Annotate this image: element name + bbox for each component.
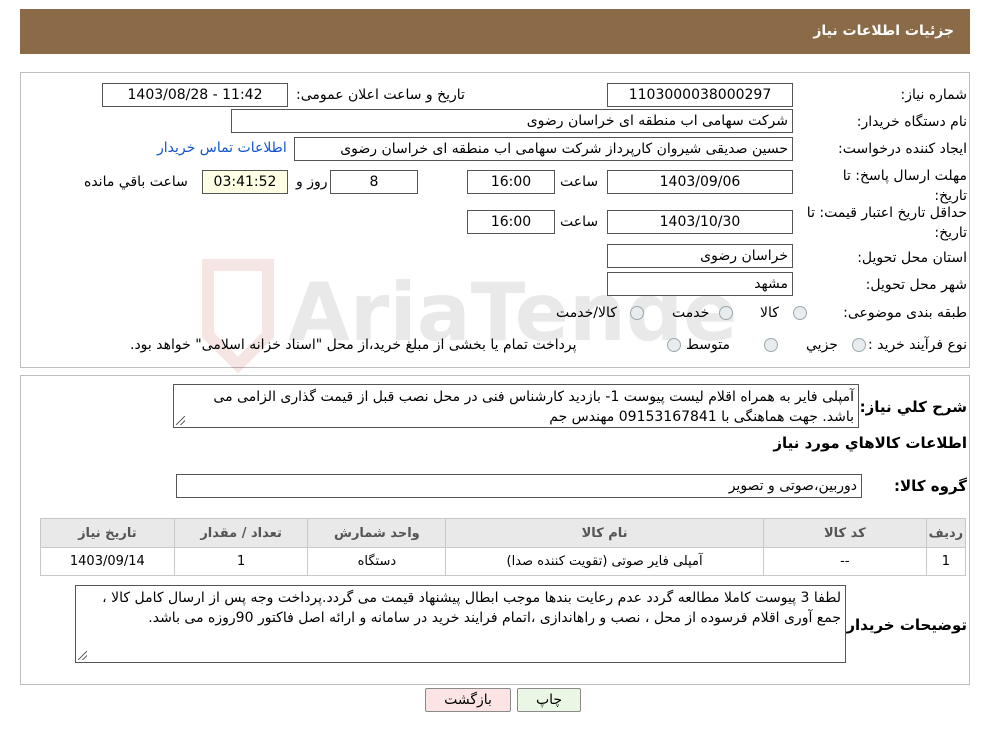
table-header-row: رديف کد کالا نام کالا واحد شمارش تعداد /… <box>40 518 967 548</box>
purchase-option-medium: متوسط <box>686 337 730 353</box>
city-field: مشهد <box>607 272 793 296</box>
category-option-service: خدمت <box>672 305 710 321</box>
announce-label: تاریخ و ساعت اعلان عمومی: <box>296 87 465 103</box>
purchase-note: پرداخت تمام یا بخشی از مبلغ خرید،از محل … <box>130 337 577 353</box>
col-name: نام کالا <box>445 518 764 548</box>
buyer-org-field: شرکت سهامی اب منطقه ای خراسان رضوی <box>231 109 793 133</box>
purchase-radio-treasury[interactable] <box>667 338 681 352</box>
cell-unit: دستگاه <box>307 547 447 576</box>
notes-textarea: لطفا 3 پیوست کاملا مطالعه گردد عدم رعایت… <box>75 585 846 663</box>
cell-date: 1403/09/14 <box>40 547 175 576</box>
summary-textarea: آمپلی فایر به همراه اقلام لیست پیوست 1- … <box>173 384 859 428</box>
col-date: تاریخ نیاز <box>40 518 175 548</box>
deadline-time-label: ساعت <box>560 174 599 190</box>
col-code: کد کالا <box>762 518 927 548</box>
summary-label: شرح کلي نياز: <box>859 398 967 416</box>
validity-label: حداقل تاریخ اعتبار قیمت: تا تاریخ: <box>806 205 967 241</box>
col-quantity: تعداد / مقدار <box>173 518 309 548</box>
print-button[interactable]: چاپ <box>517 688 581 712</box>
notes-text: لطفا 3 پیوست کاملا مطالعه گردد عدم رعایت… <box>102 590 841 626</box>
category-radio-goods-service[interactable] <box>630 306 644 320</box>
category-label: طبقه بندی موضوعی: <box>843 305 967 321</box>
category-option-goods-service: کالا/خدمت <box>556 305 617 321</box>
buyer-org-label: نام دستگاه خریدار: <box>856 114 967 130</box>
purchase-option-partial: جزیي <box>806 337 838 353</box>
need-number-label: شماره نیاز: <box>900 87 968 103</box>
resize-handle-icon[interactable] <box>176 416 185 425</box>
items-table: رديف کد کالا نام کالا واحد شمارش تعداد /… <box>40 518 967 576</box>
validity-time-label: ساعت <box>560 214 599 230</box>
deadline-label: مهلت ارسال پاسخ: تا تاریخ: <box>842 168 967 204</box>
col-unit: واحد شمارش <box>307 518 447 548</box>
category-option-goods: کالا <box>760 305 779 321</box>
requester-label: ایجاد کننده درخواست: <box>838 141 967 157</box>
remaining-time-field: 03:41:52 <box>202 170 288 194</box>
purchase-radio-partial[interactable] <box>852 338 866 352</box>
resize-handle-icon[interactable] <box>78 651 87 660</box>
requester-field: حسین صدیقی شیروان کارپرداز شرکت سهامی اب… <box>294 137 793 161</box>
province-label: استان محل تحویل: <box>857 250 967 266</box>
announce-field: 1403/08/28 - 11:42 <box>102 83 288 107</box>
cell-name: آمپلی فایر صوتی (تقویت کننده صدا) <box>445 547 764 576</box>
notes-label: توضیحات خریدار: <box>840 616 967 634</box>
category-radio-goods[interactable] <box>793 306 807 320</box>
table-row: 1 -- آمپلی فایر صوتی (تقویت کننده صدا) د… <box>40 547 967 576</box>
cell-row: 1 <box>925 547 967 576</box>
purchase-type-label: نوع فرآیند خرید : <box>868 337 967 353</box>
buyer-contact-link[interactable]: اطلاعات تماس خریدار <box>157 140 287 156</box>
cell-code: -- <box>762 547 927 576</box>
cell-quantity: 1 <box>173 547 309 576</box>
deadline-time-field: 16:00 <box>467 170 555 194</box>
validity-date-field: 1403/10/30 <box>607 210 793 234</box>
purchase-radio-medium[interactable] <box>764 338 778 352</box>
back-button[interactable]: بازگشت <box>425 688 511 712</box>
goods-info-title: اطلاعات کالاهاي مورد نياز <box>773 434 967 452</box>
deadline-date-field: 1403/09/06 <box>607 170 793 194</box>
goods-group-label: گروه کالا: <box>894 477 967 495</box>
city-label: شهر محل تحویل: <box>865 277 967 293</box>
need-number-field: 1103000038000297 <box>607 83 793 107</box>
page-title: جزئیات اطلاعات نیاز <box>20 9 970 54</box>
days-field: 8 <box>330 170 418 194</box>
category-radio-service[interactable] <box>719 306 733 320</box>
province-field: خراسان رضوی <box>607 244 793 268</box>
summary-text: آمپلی فایر به همراه اقلام لیست پیوست 1- … <box>213 389 854 425</box>
remaining-label: ساعت باقي مانده <box>84 174 188 190</box>
goods-group-field: دوربین،صوتی و تصویر <box>176 474 862 498</box>
validity-time-field: 16:00 <box>467 210 555 234</box>
days-label: روز و <box>296 174 328 190</box>
col-row: رديف <box>925 518 967 548</box>
